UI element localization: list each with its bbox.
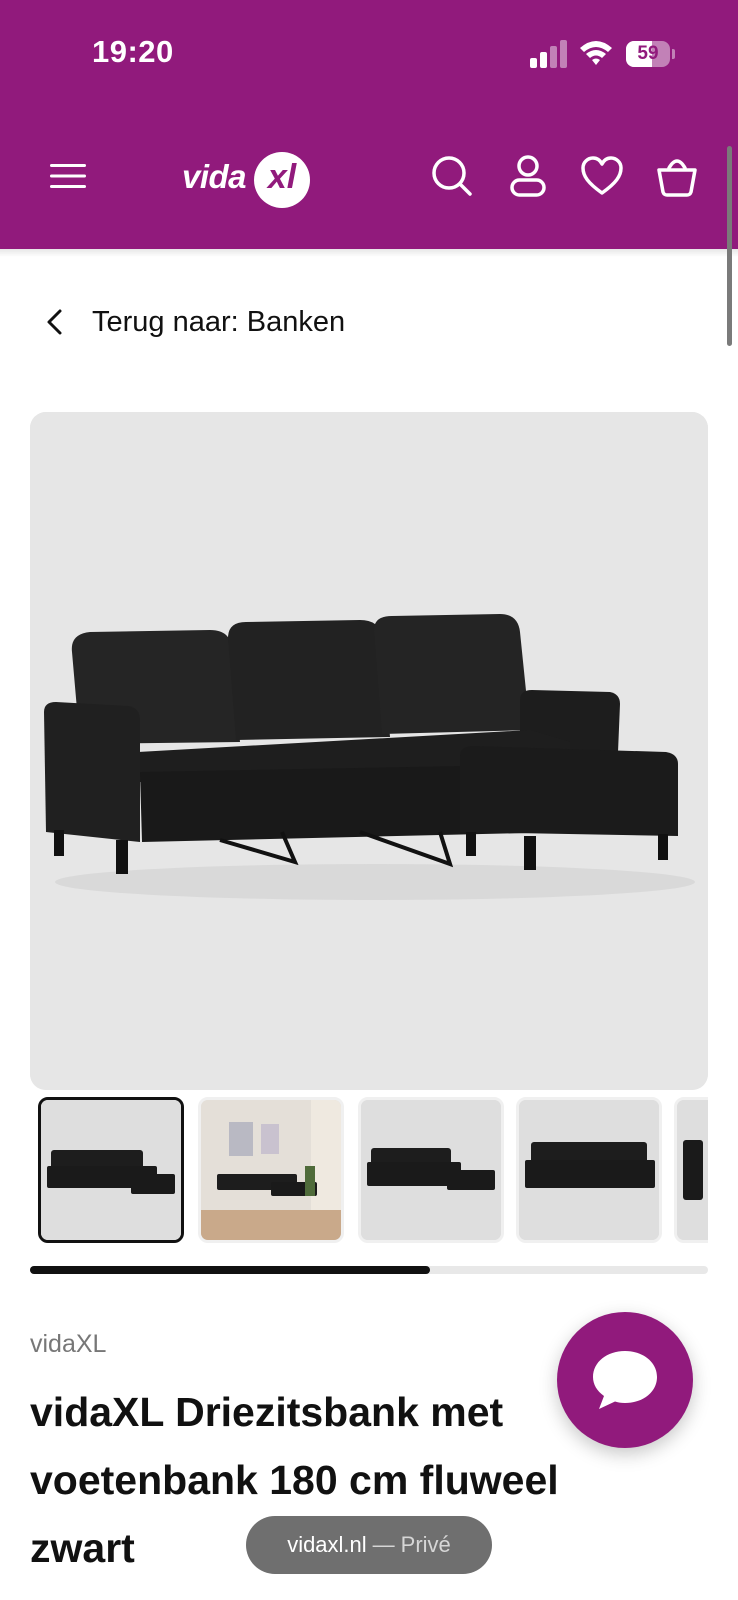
- chevron-left-icon: [47, 309, 62, 335]
- status-time: 19:20: [92, 34, 174, 69]
- product-brand[interactable]: vidaXL: [30, 1330, 106, 1359]
- sofa-with-footstool-image: [30, 412, 708, 1090]
- header-shadow: [0, 249, 738, 257]
- status-bar: 19:20 59: [0, 0, 738, 110]
- gallery-scroll-progress: [30, 1266, 708, 1274]
- cart-basket-icon: [657, 159, 697, 197]
- chat-button[interactable]: [557, 1312, 693, 1448]
- account-button[interactable]: [502, 150, 554, 202]
- product-thumbnail-strip[interactable]: [38, 1097, 708, 1243]
- thumbnail-2[interactable]: [198, 1097, 344, 1243]
- private-mode-label: Privé: [400, 1532, 451, 1557]
- battery-level: 59: [637, 43, 659, 64]
- thumbnail-3[interactable]: [358, 1097, 504, 1243]
- browser-url-pill[interactable]: vidaxl.nl — Privé: [246, 1516, 492, 1574]
- url-domain: vidaxl.nl: [287, 1532, 367, 1557]
- thumbnail-5[interactable]: [674, 1097, 708, 1243]
- search-icon: [432, 156, 472, 196]
- menu-button[interactable]: [42, 150, 94, 202]
- cart-button[interactable]: [651, 150, 703, 202]
- site-header: 19:20 59 vida xl: [0, 0, 738, 249]
- battery-indicator: 59: [626, 41, 675, 67]
- page-scrollbar[interactable]: [727, 146, 732, 346]
- back-link-label: Terug naar: Banken: [92, 305, 346, 338]
- cellular-signal-icon: [530, 40, 567, 68]
- url-separator: —: [372, 1532, 395, 1557]
- vidaxl-logo[interactable]: vida xl: [182, 152, 322, 212]
- thumbnail-4[interactable]: [516, 1097, 662, 1243]
- wifi-icon: [580, 41, 612, 65]
- back-to-category-link[interactable]: Terug naar: Banken: [40, 292, 345, 352]
- menu-icon: [50, 164, 86, 188]
- main-navigation: vida xl: [0, 140, 738, 220]
- wishlist-heart-icon: [581, 156, 623, 195]
- wishlist-button[interactable]: [576, 150, 628, 202]
- product-main-image[interactable]: [30, 412, 708, 1090]
- gallery-scroll-progress-fill: [30, 1266, 431, 1274]
- thumbnail-1[interactable]: [38, 1097, 184, 1243]
- account-icon: [510, 155, 546, 197]
- chat-bubble-icon: [593, 1351, 657, 1409]
- search-button[interactable]: [426, 150, 478, 202]
